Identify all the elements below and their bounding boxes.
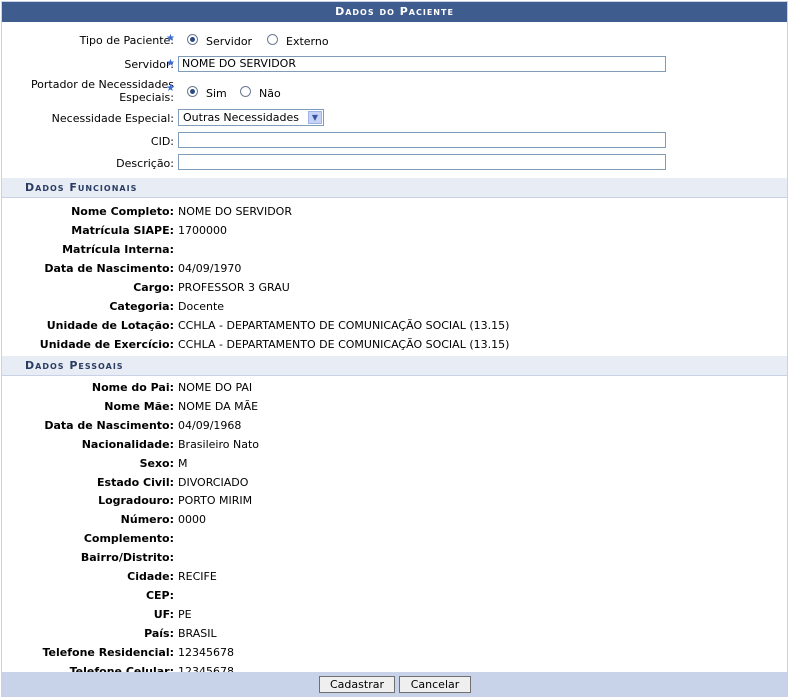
field-value: CCHLA - DEPARTAMENTO DE COMUNICAÇÃO SOCI… (178, 319, 510, 332)
field-value: Docente (178, 300, 225, 313)
field-label: Matrícula Interna: (62, 243, 174, 256)
radio-sim-label[interactable]: Sim (206, 87, 227, 100)
field-value: PE (178, 607, 192, 621)
field-label: Data de Nascimento: (44, 418, 174, 432)
descricao-input[interactable] (178, 154, 666, 170)
field-value: PROFESSOR 3 GRAU (178, 281, 290, 294)
field-value: 04/09/1968 (178, 418, 242, 432)
descricao-label: Descrição: (116, 157, 174, 170)
required-star-icon: ★ (166, 83, 175, 94)
field-label: Estado Civil: (97, 475, 174, 489)
field-value: CCHLA - DEPARTAMENTO DE COMUNICAÇÃO SOCI… (178, 338, 510, 351)
field-label: Data de Nascimento: (44, 262, 174, 275)
field-label: Sexo: (139, 456, 174, 470)
field-label: Unidade de Exercício: (39, 338, 174, 351)
field-value: RECIFE (178, 570, 217, 583)
field-value: M (178, 456, 188, 470)
field-label: Nome Mãe: (104, 399, 174, 413)
field-value: NOME DO SERVIDOR (178, 205, 292, 218)
field-value: 1700000 (178, 224, 227, 237)
radio-nao[interactable] (240, 86, 251, 97)
required-star-icon: ★ (166, 58, 175, 69)
field-label: Cidade: (127, 570, 174, 583)
field-label: País: (144, 626, 174, 640)
field-value: 0000 (178, 513, 206, 527)
patient-form-panel: Dados do Paciente Tipo de Paciente: ★ Se… (1, 1, 788, 697)
cadastrar-button[interactable]: Cadastrar (319, 676, 395, 693)
form-footer: Cadastrar Cancelar (2, 672, 787, 696)
field-label: Cargo: (133, 281, 174, 294)
chevron-down-icon[interactable]: ▼ (308, 111, 322, 124)
radio-nao-label[interactable]: Não (259, 87, 281, 100)
field-value: PORTO MIRIM (178, 494, 253, 508)
necessidade-selected-value: Outras Necessidades (183, 111, 299, 124)
necessidade-select[interactable]: Outras Necessidades ▼ (178, 109, 324, 126)
field-label: CEP: (145, 588, 174, 602)
field-label: Bairro/Distrito: (80, 551, 174, 565)
field-label: Nacionalidade: (81, 437, 174, 451)
radio-servidor[interactable] (187, 34, 198, 45)
portador-label-line1: Portador de Necessidades (30, 78, 174, 91)
field-label: Número: (120, 513, 174, 527)
radio-servidor-label[interactable]: Servidor (206, 35, 252, 48)
radio-externo[interactable] (267, 34, 278, 45)
tipo-paciente-label: Tipo de Paciente: (79, 34, 174, 47)
field-label: UF: (153, 607, 174, 621)
field-label: Nome do Pai: (91, 381, 174, 394)
section-title: Dados Pessoais (25, 359, 124, 372)
field-value: NOME DA MÃE (178, 399, 259, 413)
section-dados-pessoais: Dados Pessoais (2, 356, 787, 376)
section-dados-funcionais: Dados Funcionais (2, 178, 787, 198)
cancelar-button[interactable]: Cancelar (399, 676, 471, 693)
servidor-input[interactable]: NOME DO SERVIDOR (178, 56, 666, 72)
field-label: Logradouro: (98, 494, 174, 508)
field-label: Categoria: (109, 300, 174, 313)
necessidade-label: Necessidade Especial: (51, 112, 174, 125)
field-value: 12345678 (178, 645, 234, 659)
field-value: BRASIL (178, 626, 217, 640)
cid-label: CID: (150, 135, 174, 148)
field-label: Telefone Residencial: (42, 645, 175, 659)
field-label: Complemento: (83, 532, 174, 546)
radio-externo-label[interactable]: Externo (286, 35, 329, 48)
field-label: Nome Completo: (71, 205, 174, 218)
field-value: NOME DO PAI (178, 381, 253, 394)
cid-input[interactable] (178, 132, 666, 148)
field-label: Unidade de Lotação: (46, 319, 174, 332)
field-value: Brasileiro Nato (178, 437, 259, 451)
field-label: Matrícula SIAPE: (71, 224, 174, 237)
panel-title: Dados do Paciente (2, 2, 787, 22)
field-value: DIVORCIADO (178, 475, 249, 489)
required-star-icon: ★ (166, 33, 175, 44)
field-value: 04/09/1970 (178, 262, 242, 275)
radio-sim[interactable] (187, 86, 198, 97)
section-title: Dados Funcionais (25, 181, 138, 194)
